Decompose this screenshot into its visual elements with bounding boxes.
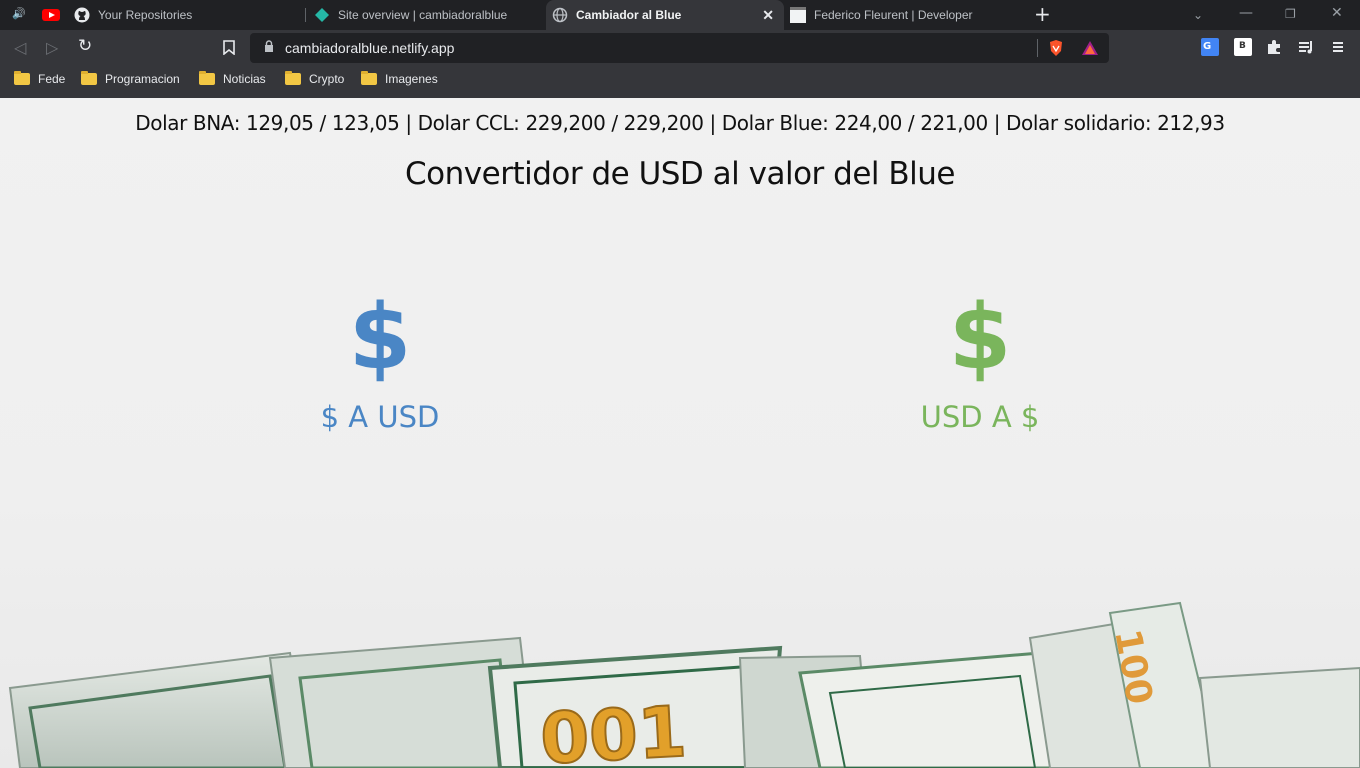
tab-label: Cambiador al Blue	[576, 8, 682, 22]
url-text: cambiadoralblue.netlify.app	[285, 40, 455, 56]
folder-icon	[199, 71, 215, 85]
folder-icon	[81, 71, 97, 85]
restore-icon[interactable]: ❐	[1285, 7, 1296, 21]
tab-label: Federico Fleurent | Developer	[814, 8, 973, 22]
bookmarks-bar: Fede Programacion Noticias Crypto Imagen…	[0, 66, 1360, 98]
page-content: Dolar BNA: 129,05 / 123,05 | Dolar CCL: …	[0, 98, 1360, 768]
folder-icon	[14, 71, 30, 85]
translate-extension-icon[interactable]: G	[1201, 38, 1219, 56]
page-icon	[790, 7, 806, 23]
media-playlist-icon[interactable]	[1297, 38, 1315, 56]
pesos-to-usd-label: $ A USD	[320, 400, 440, 434]
address-bar[interactable]: cambiadoralblue.netlify.app	[250, 33, 1109, 63]
menu-icon[interactable]	[1329, 38, 1347, 56]
brave-shield-icon[interactable]	[1048, 39, 1064, 57]
toolbar: ◁ ▷ ↻ cambiadoralblue.netlify.app G B	[0, 30, 1360, 66]
bookmark-label: Imagenes	[385, 72, 438, 86]
bookmark-folder-noticias[interactable]: Noticias	[199, 71, 266, 86]
bookmark-folder-fede[interactable]: Fede	[14, 71, 66, 86]
page-title: Convertidor de USD al valor del Blue	[405, 156, 955, 192]
browser-chrome: 🔊 Your Repositories Site overview | camb…	[0, 0, 1360, 98]
bookmark-folder-crypto[interactable]: Crypto	[285, 71, 345, 86]
bookmark-label: Crypto	[309, 72, 345, 86]
b-extension-icon[interactable]: B	[1234, 38, 1252, 56]
close-window-icon[interactable]: ✕	[1331, 5, 1343, 21]
tab-site-overview[interactable]: Site overview | cambiadoralblue	[308, 0, 546, 30]
tab-search-icon[interactable]: ⌄	[1193, 8, 1203, 22]
exchange-rates-text: Dolar BNA: 129,05 / 123,05 | Dolar CCL: …	[135, 111, 1225, 135]
pesos-to-usd-button[interactable]: $ $ A USD	[260, 285, 500, 435]
close-tab-icon[interactable]: ✕	[762, 7, 774, 24]
bookmark-folder-programacion[interactable]: Programacion	[81, 71, 180, 86]
tab-strip: 🔊 Your Repositories Site overview | camb…	[0, 0, 1360, 30]
reload-icon[interactable]: ↻	[78, 36, 92, 56]
tab-your-repositories[interactable]: Your Repositories	[68, 0, 308, 30]
speaker-icon[interactable]: 🔊	[12, 7, 26, 20]
folder-icon	[285, 71, 301, 85]
bookmark-label: Fede	[38, 72, 66, 86]
bookmark-label: Programacion	[105, 72, 180, 86]
dollar-sign-icon: $	[948, 285, 1012, 390]
minimize-icon[interactable]: —	[1239, 5, 1253, 21]
tab-federico-fleurent[interactable]: Federico Fleurent | Developer	[784, 0, 1022, 30]
tab-label: Your Repositories	[98, 8, 193, 22]
usd-to-pesos-button[interactable]: $ USD A $	[860, 285, 1100, 435]
youtube-icon[interactable]	[42, 9, 60, 21]
new-tab-icon[interactable]: +	[1034, 2, 1051, 26]
brave-rewards-icon[interactable]	[1081, 40, 1099, 56]
money-bills-image: 001 100	[8, 601, 1360, 768]
dollar-sign-icon: $	[348, 285, 412, 390]
usd-to-pesos-label: USD A $	[920, 400, 1040, 434]
netlify-icon	[315, 8, 329, 22]
globe-icon	[552, 7, 568, 23]
github-icon	[74, 7, 90, 23]
lock-icon	[265, 40, 273, 52]
forward-icon[interactable]: ▷	[46, 38, 58, 57]
tab-cambiador-al-blue[interactable]: Cambiador al Blue ✕	[546, 0, 784, 30]
folder-icon	[361, 71, 377, 85]
tab-label: Site overview | cambiadoralblue	[338, 8, 508, 22]
bookmark-label: Noticias	[223, 72, 266, 86]
svg-text:001: 001	[538, 691, 688, 768]
back-icon[interactable]: ◁	[14, 38, 26, 57]
bookmark-icon[interactable]	[223, 40, 235, 55]
extensions-puzzle-icon[interactable]	[1265, 38, 1283, 56]
bookmark-folder-imagenes[interactable]: Imagenes	[361, 71, 438, 86]
